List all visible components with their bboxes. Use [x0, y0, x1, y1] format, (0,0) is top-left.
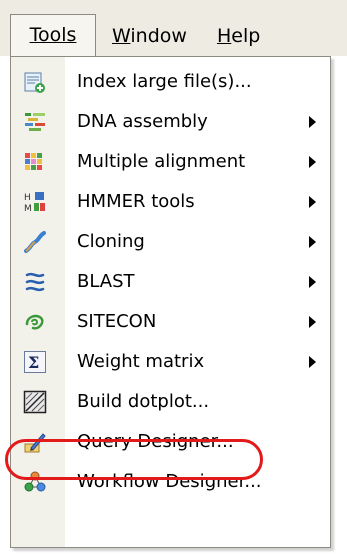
menu-item-blast[interactable]: BLAST: [11, 262, 330, 302]
index-icon: [23, 70, 47, 94]
submenu-arrow-icon: [309, 236, 316, 248]
menu-window[interactable]: Window: [112, 18, 187, 54]
menu-help-label: elp: [231, 25, 261, 47]
menu-item-cloning[interactable]: Cloning: [11, 222, 330, 262]
menu-help[interactable]: Help: [217, 18, 260, 54]
dna-assembly-icon: [23, 110, 47, 134]
sigma-icon: Σ: [23, 350, 47, 374]
svg-text:M: M: [24, 204, 32, 214]
blast-icon: [23, 270, 47, 294]
menu-item-multiple-alignment[interactable]: Multiple alignment: [11, 142, 330, 182]
submenu-arrow-icon: [309, 116, 316, 128]
menu-item-label: Build dotplot...: [77, 391, 210, 412]
menu-item-sitecon[interactable]: SITECON: [11, 302, 330, 342]
menu-bar: Tools Window Help: [0, 0, 347, 56]
svg-text:H: H: [24, 193, 31, 203]
menu-item-label: Index large file(s)...: [77, 71, 252, 92]
submenu-arrow-icon: [309, 156, 316, 168]
cloning-icon: [23, 230, 47, 254]
menu-tools-label: Tools: [29, 24, 77, 46]
submenu-arrow-icon: [309, 356, 316, 368]
menu-item-label: Weight matrix: [77, 351, 205, 372]
menu-item-label: DNA assembly: [77, 111, 208, 132]
menu-item-build-dotplot[interactable]: Build dotplot...: [11, 382, 330, 422]
svg-text:Σ: Σ: [28, 353, 39, 372]
menu-item-label: HMMER tools: [77, 191, 195, 212]
menu-item-label: Cloning: [77, 231, 145, 252]
hmmer-icon: H M: [23, 190, 47, 214]
menu-item-dna-assembly[interactable]: DNA assembly: [11, 102, 330, 142]
menu-window-label: indow: [130, 25, 187, 47]
highlight-annotation-oval: [5, 439, 263, 480]
menu-help-mnemonic: H: [217, 25, 232, 47]
menu-tools[interactable]: Tools: [10, 14, 96, 56]
menu-window-mnemonic: W: [112, 25, 131, 47]
menu-item-label: BLAST: [77, 271, 135, 292]
dotplot-icon: [23, 390, 47, 414]
menu-item-label: Multiple alignment: [77, 151, 246, 172]
submenu-arrow-icon: [309, 276, 316, 288]
submenu-arrow-icon: [309, 196, 316, 208]
submenu-arrow-icon: [309, 316, 316, 328]
menu-item-index-large-files[interactable]: Index large file(s)...: [11, 62, 330, 102]
menu-item-hmmer-tools[interactable]: H M HMMER tools: [11, 182, 330, 222]
menu-item-weight-matrix[interactable]: Σ Weight matrix: [11, 342, 330, 382]
sitecon-icon: [23, 310, 47, 334]
menu-item-label: SITECON: [77, 311, 157, 332]
alignment-icon: [23, 150, 47, 174]
